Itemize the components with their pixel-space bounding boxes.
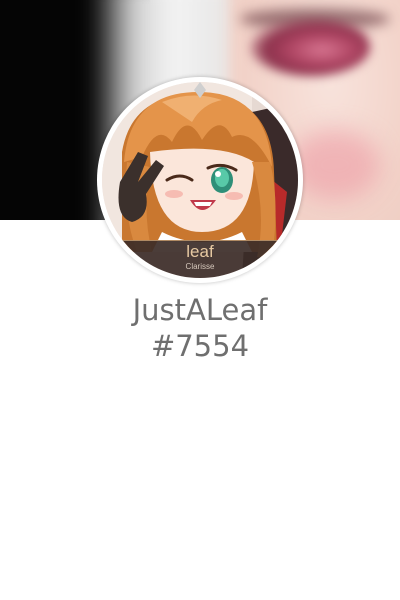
avatar-nameplate: leaf Clarisse bbox=[102, 240, 298, 278]
profile-card: leaf Clarisse JustALeaf #7554 bbox=[0, 0, 400, 600]
username: JustALeaf bbox=[132, 293, 268, 327]
user-discriminator: #7554 bbox=[150, 329, 250, 363]
avatar[interactable]: leaf Clarisse bbox=[102, 82, 298, 278]
avatar-plate-name: leaf bbox=[186, 242, 214, 261]
avatar-frame: leaf Clarisse bbox=[97, 77, 303, 283]
avatar-plate-subtitle: Clarisse bbox=[185, 262, 215, 271]
